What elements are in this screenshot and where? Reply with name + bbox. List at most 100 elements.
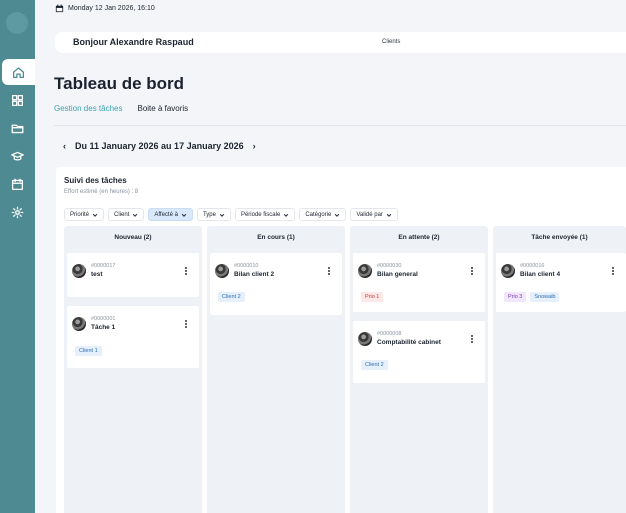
sidebar-item-training[interactable] [0,143,35,169]
clients-link[interactable]: Clients [382,39,400,45]
priority-tag: Prio 1 [361,292,384,302]
home-icon [12,66,25,78]
avatar [501,264,515,278]
filter-label: Période fiscale [240,211,281,218]
tag-list: Prio 3 Snowaib [504,292,560,302]
topbar: Monday 12 Jan 2026, 16:10 [55,4,155,13]
more-options-icon[interactable] [185,320,187,330]
filter-label: Type [202,211,216,218]
filter-category[interactable]: Catégorie [299,208,347,221]
logo [6,12,28,34]
sidebar-item-home[interactable] [2,59,35,85]
main-content: Monday 12 Jan 2026, 16:10 Bonjour Alexan… [35,0,626,513]
filter-bar: Priorité Client Affecté à Type Période f… [64,208,398,221]
client-tag: Client 1 [75,346,102,356]
filter-label: Validé par [356,211,383,218]
filter-assigned-to[interactable]: Affecté à [148,208,193,221]
task-id: #0000016 [520,263,545,269]
kanban-column-in-progress: En cours (1) #0000010 Bilan client 2 Cli… [207,226,345,513]
task-name: test [91,271,103,278]
calendar-icon [11,178,24,190]
task-id: #0000017 [91,263,116,269]
filter-client[interactable]: Client [108,208,145,221]
priority-tag: Prio 3 [504,292,527,302]
task-card[interactable]: #0000008 Comptabilité cabinet Client 2 [353,321,485,383]
task-name: Bilan general [377,271,418,278]
column-title: Tâche envoyée (1) [531,234,588,241]
chevron-down-icon [335,213,340,217]
kanban-column-new: Nouveau (2) #0000017 test #0000001 Tâche… [64,226,202,513]
chevron-down-icon [92,213,98,217]
task-id: #0000010 [234,263,259,269]
tag-list: Client 2 [361,360,388,370]
next-week-button[interactable]: › [253,141,256,151]
task-name: Comptabilité cabinet [377,339,441,346]
divider [54,125,626,126]
avatar [72,264,86,278]
more-options-icon[interactable] [328,267,330,277]
chevron-down-icon [181,213,187,217]
more-options-icon[interactable] [185,267,187,277]
task-id: #0000008 [377,331,402,337]
filter-label: Priorité [70,211,90,218]
task-name: Tâche 1 [91,324,116,331]
avatar [215,264,229,278]
task-name: Bilan client 2 [234,271,275,278]
column-title: En attente (2) [398,234,440,241]
kanban-column-sent: Tâche envoyée (1) #0000016 Bilan client … [493,226,626,513]
filter-priority[interactable]: Priorité [64,208,105,221]
grid-icon [11,94,24,106]
filter-fiscal-period[interactable]: Période fiscale [234,208,296,221]
column-title: Nouveau (2) [114,234,152,241]
task-card[interactable]: #0000010 Bilan client 2 Client 2 [210,253,342,315]
task-id: #0000030 [377,263,402,269]
task-card[interactable]: #0000017 test [67,253,199,297]
filter-label: Catégorie [305,211,332,218]
chevron-down-icon [284,213,289,217]
effort-estimate: Effort estimé (en heures) : 8 [64,189,139,195]
task-card[interactable]: #0000030 Bilan general Prio 1 [353,253,485,312]
sidebar-item-dashboard[interactable] [0,87,35,113]
filter-validated-by[interactable]: Validé par [350,208,398,221]
tab-task-management[interactable]: Gestion des tâches [54,104,123,126]
task-id: #0000001 [91,316,116,322]
week-label: Du 11 January 2026 au 17 January 2026 [75,141,244,151]
client-tag: Client 2 [361,360,388,370]
current-datetime: Monday 12 Jan 2026, 16:10 [68,5,155,12]
tabs: Gestion des tâches Boite à favoris [54,104,188,126]
avatar [358,264,372,278]
filter-label: Affecté à [154,211,178,218]
graduation-cap-icon [11,151,24,161]
chevron-down-icon [133,213,138,217]
panel-title: Suivi des tâches [64,176,127,185]
tag-list: Client 2 [218,292,245,302]
sidebar-item-calendar[interactable] [0,171,35,197]
avatar [72,317,86,331]
folder-icon [11,124,24,133]
client-tag: Client 2 [218,292,245,302]
task-tracking-panel: Suivi des tâches Effort estimé (en heure… [56,167,626,513]
filter-label: Client [114,211,130,218]
kanban-column-pending: En attente (2) #0000030 Bilan general Pr… [350,226,488,513]
task-card[interactable]: #0000016 Bilan client 4 Prio 3 Snowaib [496,253,626,312]
chevron-down-icon [219,213,225,217]
calendar-icon [55,4,64,13]
sidebar-item-settings[interactable] [0,199,35,225]
page-title: Tableau de bord [54,74,185,93]
greeting: Bonjour Alexandre Raspaud [73,37,194,47]
task-card[interactable]: #0000001 Tâche 1 Client 1 [67,306,199,368]
tab-favorites[interactable]: Boite à favoris [137,104,188,126]
more-options-icon[interactable] [471,267,473,277]
filter-type[interactable]: Type [196,208,231,221]
sidebar [0,0,35,513]
tag-list: Client 1 [75,346,102,356]
more-options-icon[interactable] [612,267,614,277]
sidebar-item-folders[interactable] [0,115,35,141]
week-navigator: ‹ Du 11 January 2026 au 17 January 2026 … [63,141,256,151]
prev-week-button[interactable]: ‹ [63,141,66,151]
more-options-icon[interactable] [471,335,473,345]
avatar [358,332,372,346]
task-name: Bilan client 4 [520,271,561,278]
header-bar: Bonjour Alexandre Raspaud Clients [55,32,626,53]
label-tag: Snowaib [530,292,560,302]
